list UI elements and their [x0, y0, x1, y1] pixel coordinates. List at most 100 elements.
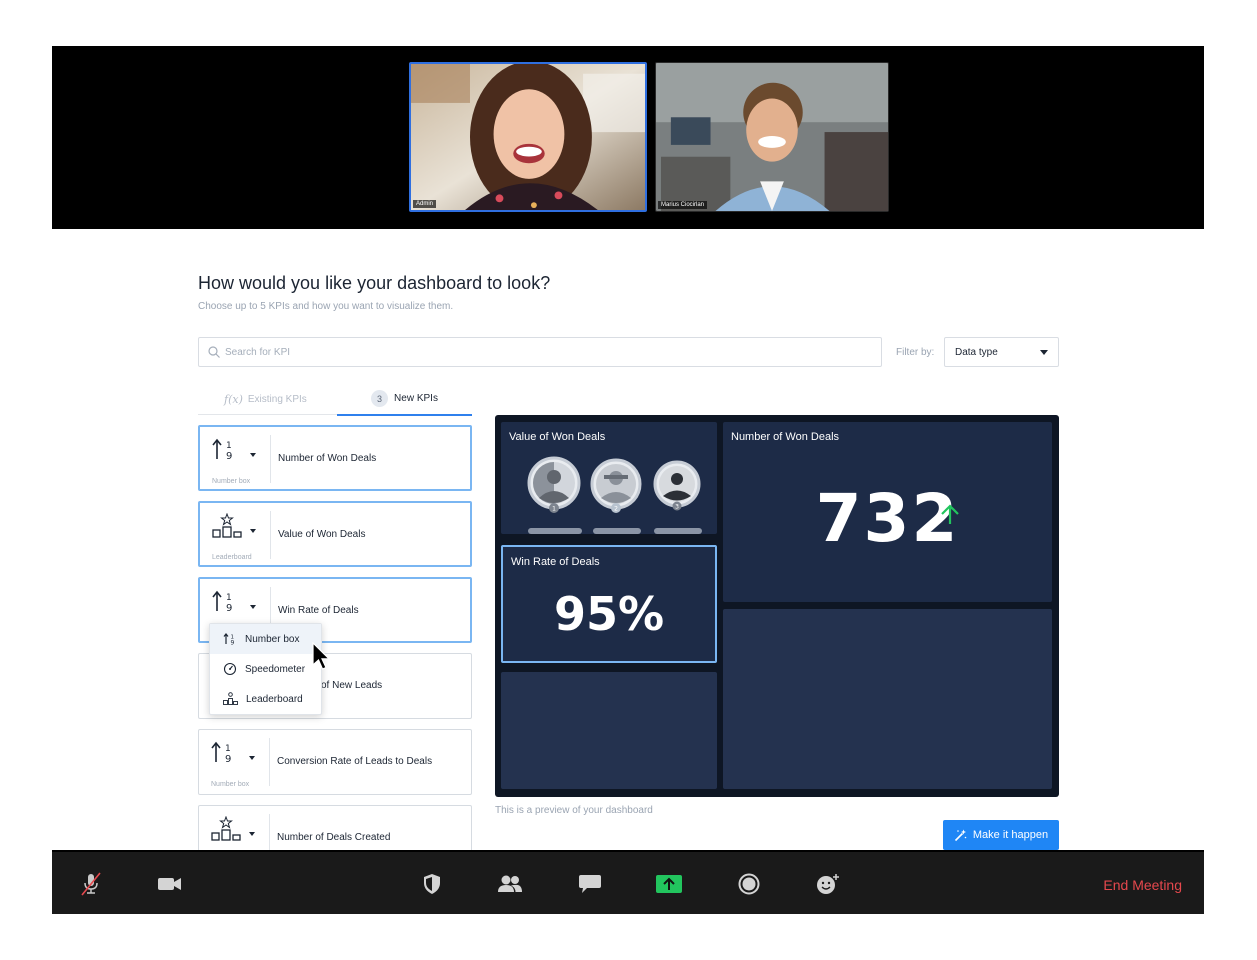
rank-number: 2 [614, 506, 618, 513]
search-box[interactable] [198, 337, 882, 367]
kpi-card[interactable]: 1 9 Number box Conversion Rate of Leads … [198, 729, 472, 795]
widget-number-won-deals[interactable]: Number of Won Deals 732 [723, 422, 1052, 602]
end-meeting-button[interactable]: End Meeting [1103, 877, 1182, 893]
chevron-down-icon[interactable] [250, 529, 256, 533]
kpi-name: Win Rate of Deals [278, 605, 359, 616]
participant-name: Admin [413, 200, 437, 208]
meeting-toolbar: End Meeting [52, 850, 1204, 914]
visual-type-selector[interactable]: 1 9 Number box [208, 435, 270, 485]
mute-button[interactable] [78, 872, 104, 896]
video-button[interactable] [157, 872, 183, 896]
kpi-card[interactable]: Leaderboard Value of Won Deals [198, 501, 472, 567]
svg-text:9: 9 [231, 640, 235, 647]
dropdown-item-label: Leaderboard [246, 693, 303, 705]
reactions-button[interactable] [815, 872, 841, 896]
svg-text:1: 1 [225, 744, 231, 754]
preview-note: This is a preview of your dashboard [495, 805, 653, 816]
avatar-rank-1: 1 [527, 456, 581, 513]
dropdown-item-speedometer[interactable]: Speedometer [210, 654, 321, 684]
emoji-reaction-icon [817, 874, 839, 894]
leaderboard-bar [593, 528, 641, 534]
filter-select[interactable]: Data type [944, 337, 1059, 367]
video-camera-icon [158, 878, 181, 890]
leaderboard-bar [528, 528, 582, 534]
dropdown-item-number-box[interactable]: 1 9 Number box [210, 624, 321, 654]
visual-type-label: Number box [212, 478, 251, 485]
widget-value: 732 [815, 480, 960, 557]
leaderboard-icon [223, 692, 238, 705]
tab-new-kpis[interactable]: 3 New KPIs [337, 383, 472, 416]
participants-icon [498, 875, 522, 892]
visual-type-selector[interactable] [207, 814, 269, 850]
tab-label: New KPIs [394, 393, 438, 404]
visual-type-label: Number box [211, 781, 250, 788]
tab-existing-kpis[interactable]: f(x) Existing KPIs [224, 383, 307, 415]
participant-video-marius [656, 63, 888, 211]
svg-text:9: 9 [226, 451, 232, 462]
kpi-tabs: f(x) Existing KPIs 3 New KPIs [198, 383, 472, 416]
speedometer-icon [223, 662, 237, 676]
participant-video-admin [411, 64, 645, 210]
page-title: How would you like your dashboard to loo… [198, 273, 551, 293]
avatar-rank-3: 3 [653, 460, 701, 511]
divider [270, 511, 271, 559]
widget-value-won-deals[interactable]: Value of Won Deals 1 2 3 [501, 422, 717, 534]
magic-wand-icon [954, 829, 967, 841]
number-box-icon: 1 9 [223, 633, 235, 647]
kpi-name: of New Leads [321, 680, 383, 691]
widget-empty-slot[interactable] [723, 609, 1052, 789]
participants-button[interactable] [497, 872, 523, 896]
participant-tile-admin[interactable]: Admin [409, 62, 647, 212]
share-screen-button[interactable] [656, 872, 682, 896]
leaderboard-bar [654, 528, 702, 534]
record-button[interactable] [736, 872, 762, 896]
svg-text:1: 1 [226, 441, 232, 451]
dashboard-setup: How would you like your dashboard to loo… [52, 229, 1204, 850]
kpi-card[interactable]: Number of Deals Created [198, 805, 472, 850]
search-input[interactable] [225, 346, 825, 358]
svg-text:9: 9 [226, 603, 232, 614]
avatar-rank-2: 2 [590, 458, 642, 513]
kpi-card[interactable]: 1 9 Number box Number of Won Deals [198, 425, 472, 491]
chevron-down-icon [1040, 349, 1048, 355]
chevron-down-icon[interactable] [250, 453, 256, 457]
dashboard-preview: Value of Won Deals 1 2 3 Number of Won D… [495, 415, 1059, 797]
number-box-icon: 1 9 [212, 438, 232, 462]
visual-type-selector[interactable]: 1 9 Number box [207, 738, 269, 788]
widget-title: Win Rate of Deals [511, 556, 600, 568]
visual-type-selector[interactable]: Leaderboard [208, 511, 270, 561]
rank-number: 3 [675, 504, 679, 511]
tab-label: Existing KPIs [247, 393, 307, 405]
security-button[interactable] [419, 872, 445, 896]
divider [269, 738, 270, 786]
chevron-down-icon[interactable] [250, 605, 256, 609]
leaderboard-icon [212, 513, 242, 538]
filter-select-value: Data type [955, 346, 998, 358]
chevron-down-icon[interactable] [249, 832, 255, 836]
chat-button[interactable] [577, 872, 603, 896]
divider [270, 435, 271, 483]
number-box-icon: 1 9 [212, 590, 232, 614]
visual-type-dropdown: 1 9 Number box Speedometer Leaderboard [209, 623, 322, 715]
make-it-happen-button[interactable]: Make it happen [943, 820, 1059, 850]
widget-win-rate[interactable]: Win Rate of Deals 95% [501, 545, 717, 663]
microphone-muted-icon [81, 872, 101, 896]
page-subtitle: Choose up to 5 KPIs and how you want to … [198, 301, 454, 312]
shield-icon [424, 874, 440, 894]
trend-up-arrow-icon [941, 504, 959, 524]
count-badge: 3 [371, 390, 389, 407]
widget-value: 95% [553, 587, 665, 641]
kpi-name: Number of Deals Created [277, 832, 391, 843]
kpi-name: Number of Won Deals [278, 453, 377, 464]
widget-empty-slot[interactable] [501, 672, 717, 789]
participant-name: Marius Ciocirlan [658, 201, 708, 209]
chevron-down-icon[interactable] [249, 756, 255, 760]
leaderboard-icon [211, 816, 241, 841]
dropdown-item-label: Speedometer [245, 663, 306, 675]
dropdown-item-leaderboard[interactable]: Leaderboard [210, 684, 321, 714]
participant-tile-marius[interactable]: Marius Ciocirlan [655, 62, 889, 212]
chat-bubble-icon [579, 875, 601, 893]
visual-type-label: Leaderboard [212, 554, 252, 561]
search-icon [208, 346, 220, 358]
cta-label: Make it happen [972, 829, 1049, 841]
